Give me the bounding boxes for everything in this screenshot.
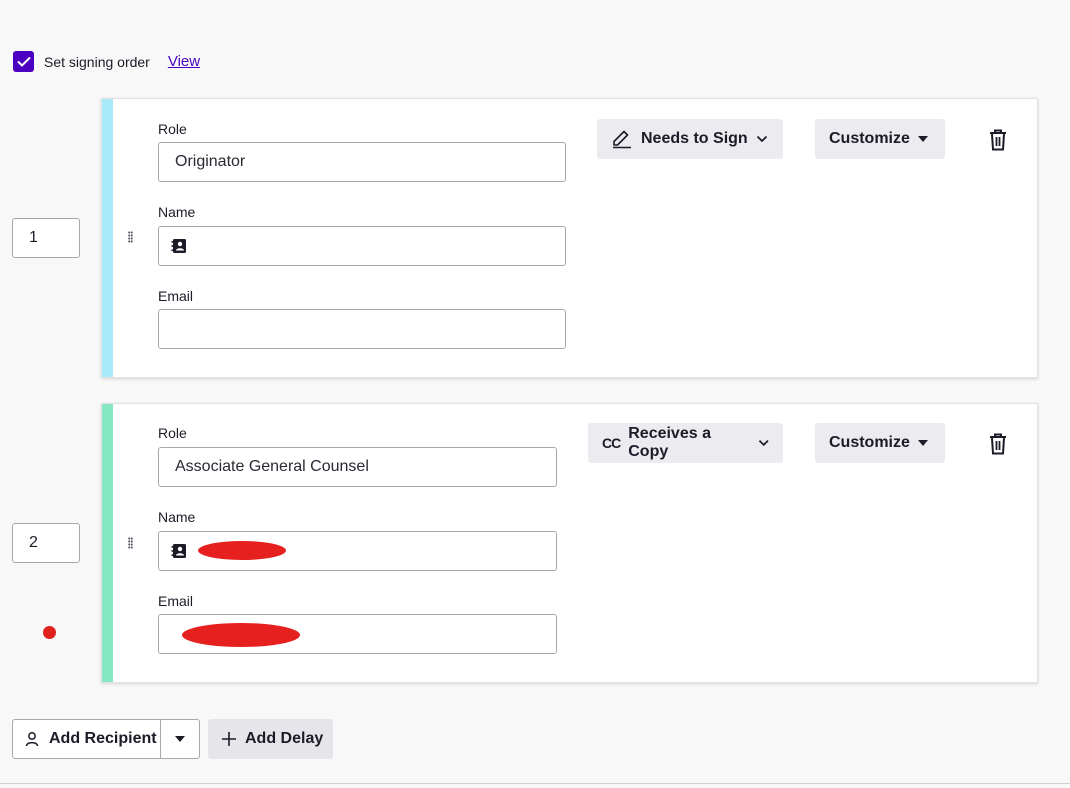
- role-label: Role: [158, 425, 187, 441]
- chevron-down-icon: [756, 135, 767, 143]
- cc-icon: CC: [602, 435, 621, 451]
- role-input[interactable]: Originator: [158, 142, 566, 182]
- recipient-order-input[interactable]: 2: [12, 523, 80, 563]
- recipient-action-dropdown[interactable]: Needs to Sign: [597, 119, 783, 159]
- customize-label: Customize: [829, 434, 910, 451]
- recipient-action-dropdown[interactable]: CC Receives a Copy: [588, 423, 783, 463]
- caret-down-icon: [917, 136, 928, 142]
- divider: [0, 783, 1070, 784]
- redaction-mark: [182, 623, 300, 647]
- add-recipient-button[interactable]: Add Recipient: [13, 720, 160, 758]
- customize-label: Customize: [829, 130, 910, 147]
- role-label: Role: [158, 121, 187, 137]
- person-icon: [25, 732, 39, 747]
- contact-book-icon[interactable]: [171, 543, 187, 559]
- recipient-order-input[interactable]: 1: [12, 218, 80, 258]
- recipient-card: Role Associate General Counsel Name Emai…: [101, 403, 1038, 683]
- name-label: Name: [158, 204, 196, 220]
- caret-down-icon: [917, 440, 928, 446]
- pen-icon: [613, 130, 631, 149]
- trash-icon[interactable]: [988, 433, 1008, 455]
- contact-book-icon[interactable]: [171, 238, 187, 254]
- signing-order-row: Set signing order View: [13, 51, 200, 72]
- role-input[interactable]: Associate General Counsel: [158, 447, 557, 487]
- recipient-color-stripe: [102, 404, 113, 682]
- drag-handle-icon[interactable]: [128, 537, 133, 549]
- signing-order-checkbox[interactable]: [13, 51, 34, 72]
- add-delay-label: Add Delay: [245, 730, 324, 747]
- caret-down-icon: [175, 736, 185, 742]
- customize-dropdown[interactable]: Customize: [815, 119, 945, 159]
- redaction-mark: [198, 541, 286, 560]
- signing-order-label: Set signing order: [44, 53, 150, 70]
- action-label: Needs to Sign: [641, 130, 748, 147]
- checkmark-icon: [16, 56, 31, 67]
- recipient-color-stripe: [102, 99, 113, 377]
- name-label: Name: [158, 509, 196, 525]
- email-label: Email: [158, 288, 194, 304]
- name-input[interactable]: [158, 226, 566, 266]
- recipient-card: Role Originator Name Email Needs to Sign…: [101, 98, 1038, 378]
- customize-dropdown[interactable]: Customize: [815, 423, 945, 463]
- trash-icon[interactable]: [988, 129, 1008, 151]
- add-recipient-label: Add Recipient: [49, 730, 157, 747]
- add-recipient-split-button: Add Recipient: [12, 719, 200, 759]
- chevron-down-icon: [758, 440, 769, 447]
- drag-handle-icon[interactable]: [128, 231, 133, 243]
- action-label: Receives a Copy: [628, 425, 711, 460]
- view-link[interactable]: View: [168, 53, 200, 70]
- email-input[interactable]: [158, 309, 566, 349]
- add-delay-button[interactable]: Add Delay: [208, 719, 333, 759]
- email-label: Email: [158, 593, 194, 609]
- error-indicator: [43, 626, 56, 639]
- add-recipient-menu-button[interactable]: [160, 720, 199, 758]
- plus-icon: [222, 732, 236, 746]
